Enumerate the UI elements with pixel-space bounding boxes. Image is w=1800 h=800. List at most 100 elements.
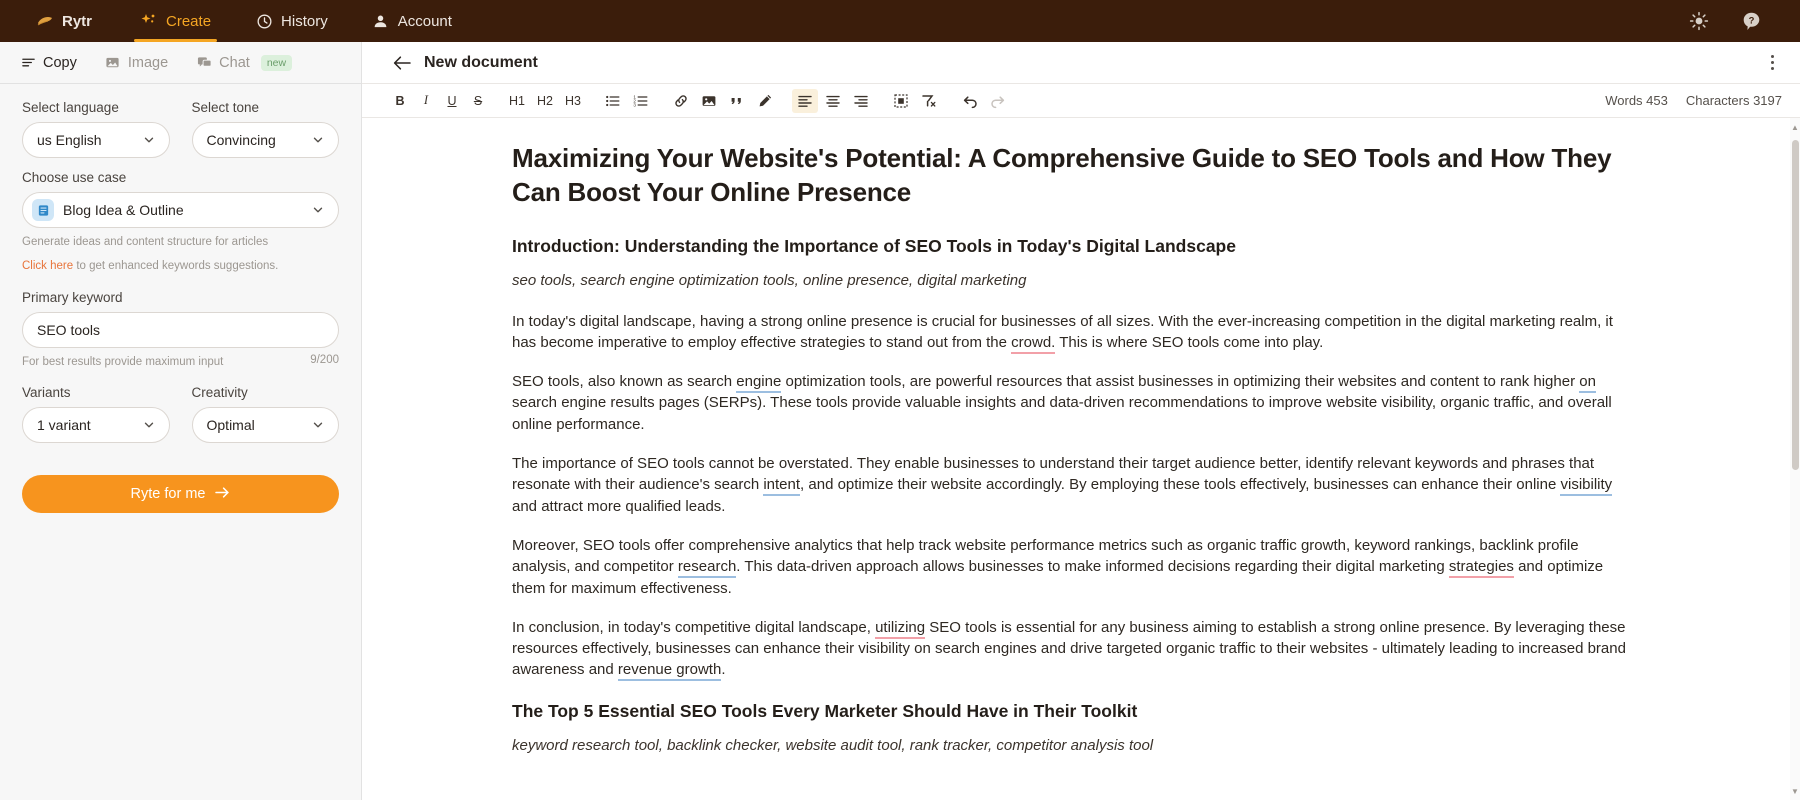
nav-item-rytr[interactable]: Rytr	[22, 0, 118, 42]
help-icon[interactable]: ?	[1740, 10, 1762, 32]
editor-panel: New document B I U S H1 H2 H3 123 Words …	[362, 42, 1800, 800]
doc-paragraph-1: In today's digital landscape, having a s…	[512, 311, 1630, 354]
app-body: Copy Image Chat new Select language us E…	[0, 42, 1800, 800]
p4-spell-strategies: strategies	[1448, 558, 1514, 579]
quote-icon[interactable]	[724, 89, 750, 113]
p2-part-a: SEO tools, also known as search	[512, 373, 737, 391]
scroll-down-arrow-icon[interactable]: ▼	[1790, 784, 1800, 798]
bullet-list-icon[interactable]	[600, 89, 626, 113]
sidebar-panel: Copy Image Chat new Select language us E…	[0, 42, 362, 800]
language-select-value: us English	[37, 132, 102, 148]
document-icon	[32, 199, 54, 221]
doc-keywords-top5: keyword research tool, backlink checker,…	[512, 737, 1154, 755]
doc-paragraph-5: In conclusion, in today's competitive di…	[512, 617, 1630, 682]
creativity-label: Creativity	[191, 385, 248, 401]
document-scrollbar-thumb[interactable]	[1792, 140, 1799, 470]
chevron-down-icon	[143, 419, 155, 431]
language-field: Select language us English	[22, 100, 170, 158]
variants-select[interactable]: 1 variant	[22, 407, 170, 444]
keyword-suggestions-suffix: to get enhanced keywords suggestions.	[73, 259, 279, 272]
doc-keywords-intro: seo tools, search engine optimization to…	[512, 272, 1027, 290]
p2-part-c: optimization tools, are powerful resourc…	[781, 373, 1580, 391]
p1-part-c: This is where SEO tools come into play.	[1055, 333, 1324, 351]
align-center-icon[interactable]	[820, 89, 846, 113]
top-navigation-bar: Rytr Create History Account ?	[0, 0, 1800, 42]
p2-spell-engine: engine	[736, 373, 782, 394]
nav-item-create[interactable]: Create	[118, 0, 233, 42]
undo-icon[interactable]	[956, 89, 983, 113]
document-content[interactable]: Maximizing Your Website's Potential: A C…	[362, 118, 1800, 800]
primary-keyword-input[interactable]: SEO tools	[22, 311, 339, 348]
person-icon	[372, 12, 390, 30]
toolbar-italic-button[interactable]: I	[414, 89, 438, 113]
primary-keyword-label: Primary keyword	[22, 289, 123, 305]
top-nav-items: Rytr Create History Account	[22, 0, 474, 42]
doc-paragraph-2: SEO tools, also known as search engine o…	[512, 371, 1630, 435]
align-right-icon[interactable]	[848, 89, 874, 113]
insert-box-icon[interactable]	[888, 89, 914, 113]
keyword-suggestions-link[interactable]: Click here	[22, 260, 73, 272]
toolbar-underline-button[interactable]: U	[440, 89, 464, 113]
svg-text:3: 3	[633, 102, 636, 107]
use-case-select[interactable]: Blog Idea & Outline	[22, 192, 339, 228]
sidebar-tab-copy-label: Copy	[43, 54, 77, 71]
doc-heading-1: Maximizing Your Website's Potential: A C…	[512, 143, 1612, 207]
toolbar-h1-button[interactable]: H1	[504, 89, 530, 113]
editor-toolbar: B I U S H1 H2 H3 123 Words 453 Character…	[362, 84, 1800, 118]
nav-item-history-label: History	[281, 12, 328, 30]
clock-icon	[255, 12, 273, 30]
theme-toggle-icon[interactable]	[1688, 10, 1710, 32]
character-count: Characters 3197	[1685, 93, 1782, 108]
creativity-field: Creativity Optimal	[191, 385, 339, 444]
chat-icon	[196, 55, 212, 71]
sidebar-tab-chat[interactable]: Chat new	[182, 42, 306, 84]
primary-keyword-helper: For best results provide maximum input	[22, 355, 224, 368]
pen-icon[interactable]	[752, 89, 778, 113]
chevron-down-icon	[312, 204, 324, 216]
kebab-menu-icon[interactable]	[1767, 51, 1778, 74]
toolbar-strikethrough-button[interactable]: S	[466, 89, 490, 113]
scroll-up-arrow-icon[interactable]: ▲	[1790, 120, 1800, 134]
use-case-label: Choose use case	[22, 170, 127, 185]
variants-label: Variants	[22, 385, 71, 401]
p5-spell-utilizing: utilizing	[875, 618, 926, 639]
sidebar-tab-image[interactable]: Image	[91, 42, 182, 84]
language-select[interactable]: us English	[22, 122, 170, 158]
toolbar-h2-button[interactable]: H2	[532, 89, 558, 113]
image-icon[interactable]	[696, 89, 722, 113]
clear-format-icon[interactable]	[916, 89, 942, 113]
nav-item-account-label: Account	[397, 12, 452, 30]
chevron-down-icon	[143, 134, 155, 146]
document-title[interactable]: New document	[424, 54, 538, 72]
p2-spell-on: on	[1579, 373, 1596, 394]
sidebar-tab-image-label: Image	[127, 54, 169, 71]
use-case-helper: Generate ideas and content structure for…	[22, 234, 339, 252]
toolbar-h3-button[interactable]: H3	[560, 89, 586, 113]
variants-field: Variants 1 variant	[22, 385, 170, 444]
nav-item-history[interactable]: History	[233, 0, 350, 42]
doc-section-heading-top5: The Top 5 Essential SEO Tools Every Mark…	[512, 700, 1138, 721]
align-left-icon[interactable]	[791, 88, 818, 113]
image-icon	[105, 55, 121, 71]
ryte-for-me-button[interactable]: Ryte for me	[22, 475, 339, 514]
toolbar-bold-button[interactable]: B	[388, 89, 412, 113]
primary-keyword-meta: For best results provide maximum input 9…	[22, 354, 339, 372]
sidebar-tab-copy[interactable]: Copy	[6, 42, 91, 84]
link-icon[interactable]	[668, 89, 694, 113]
document-scrollbar[interactable]: ▲ ▼	[1790, 118, 1800, 800]
tone-select[interactable]: Convincing	[191, 122, 339, 158]
primary-keyword-value: SEO tools	[37, 321, 101, 338]
nav-item-rytr-label: Rytr	[62, 12, 93, 30]
generation-form: Select language us English Select tone C…	[0, 84, 361, 514]
nav-item-account[interactable]: Account	[350, 0, 474, 42]
ryte-for-me-label: Ryte for me	[130, 486, 206, 503]
numbered-list-icon[interactable]: 123	[628, 89, 654, 113]
back-arrow-icon[interactable]	[392, 53, 412, 73]
tone-select-value: Convincing	[206, 132, 276, 148]
primary-keyword-counter: 9/200	[310, 353, 339, 366]
p4-spell-research: research	[677, 558, 737, 579]
creativity-select[interactable]: Optimal	[191, 407, 339, 444]
p1-spell-crowd: crowd.	[1011, 333, 1056, 354]
p3-part-e: and attract more qualified leads.	[512, 497, 726, 515]
redo-icon[interactable]	[985, 89, 1012, 113]
